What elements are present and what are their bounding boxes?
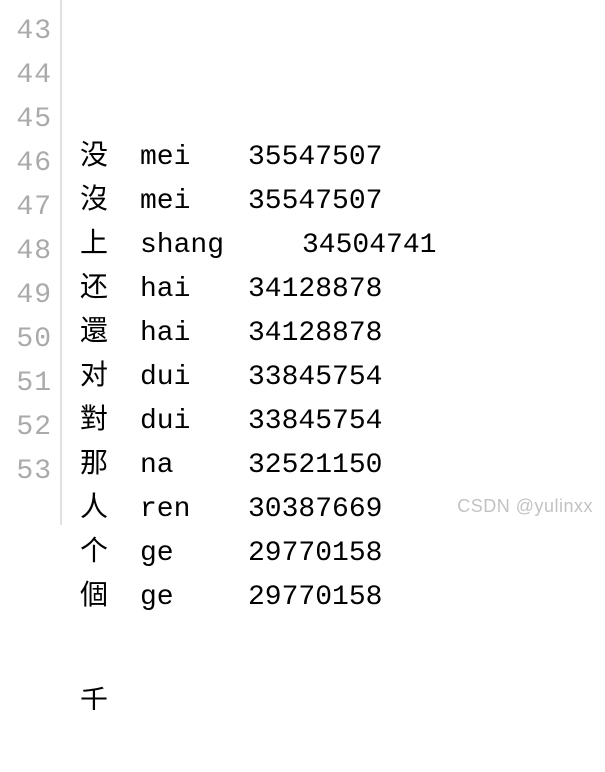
hanzi-char: 沒 xyxy=(80,178,140,222)
line-number: 46 xyxy=(0,142,52,186)
frequency-value: 34504741 xyxy=(302,224,436,268)
pinyin: ren xyxy=(140,488,248,532)
dictionary-row: 個ge29770158 xyxy=(80,574,605,618)
dictionary-row: 還hai34128878 xyxy=(80,310,605,354)
hanzi-char: 人 xyxy=(80,486,140,530)
dictionary-row: 沒mei35547507 xyxy=(80,178,605,222)
line-number: 47 xyxy=(0,186,52,230)
pinyin: mei xyxy=(140,180,248,224)
hanzi-char: 上 xyxy=(80,222,140,266)
pinyin: hai xyxy=(140,268,248,312)
frequency-value: 29770158 xyxy=(248,576,382,620)
pinyin: mei xyxy=(140,136,248,180)
dictionary-row: 對dui33845754 xyxy=(80,398,605,442)
line-number: 50 xyxy=(0,318,52,362)
pinyin: shang xyxy=(140,224,302,268)
dictionary-row: 还hai34128878 xyxy=(80,266,605,310)
pinyin: na xyxy=(140,444,248,488)
line-number: 51 xyxy=(0,362,52,406)
pinyin: dui xyxy=(140,400,248,444)
frequency-value: 35547507 xyxy=(248,180,382,224)
line-number: 48 xyxy=(0,230,52,274)
frequency-value: 33845754 xyxy=(248,356,382,400)
code-editor: 4344454647484950515253 没mei35547507沒mei3… xyxy=(0,0,605,525)
dictionary-row: 上shang34504741 xyxy=(80,222,605,266)
editor-content[interactable]: 没mei35547507沒mei35547507上shang34504741还h… xyxy=(62,0,605,525)
frequency-value: 35547507 xyxy=(248,136,382,180)
line-number: 52 xyxy=(0,406,52,450)
hanzi-char: 對 xyxy=(80,398,140,442)
pinyin: ge xyxy=(140,532,248,576)
line-number: 49 xyxy=(0,274,52,318)
pinyin: dui xyxy=(140,356,248,400)
dictionary-row: 没mei35547507 xyxy=(80,134,605,178)
dictionary-row: 个ge29770158 xyxy=(80,530,605,574)
line-number-gutter: 4344454647484950515253 xyxy=(0,0,62,525)
pinyin: hai xyxy=(140,312,248,356)
hanzi-char: 对 xyxy=(80,354,140,398)
line-number: 53 xyxy=(0,450,52,494)
frequency-value: 30387669 xyxy=(248,488,382,532)
frequency-value: 34128878 xyxy=(248,268,382,312)
dictionary-row: 对dui33845754 xyxy=(80,354,605,398)
hanzi-char: 还 xyxy=(80,266,140,310)
frequency-value: 33845754 xyxy=(248,400,382,444)
line-number: 44 xyxy=(0,54,52,98)
hanzi-char: 个 xyxy=(80,530,140,574)
hanzi-char: 那 xyxy=(80,442,140,486)
line-number: 43 xyxy=(0,10,52,54)
hanzi-char: 個 xyxy=(80,574,140,618)
hanzi-char: 没 xyxy=(80,134,140,178)
line-number: 45 xyxy=(0,98,52,142)
hanzi-char: 還 xyxy=(80,310,140,354)
frequency-value: 29770158 xyxy=(248,532,382,576)
watermark: CSDN @yulinxx xyxy=(457,496,593,517)
pinyin: ge xyxy=(140,576,248,620)
dictionary-row: 那na32521150 xyxy=(80,442,605,486)
frequency-value: 32521150 xyxy=(248,444,382,488)
frequency-value: 34128878 xyxy=(248,312,382,356)
